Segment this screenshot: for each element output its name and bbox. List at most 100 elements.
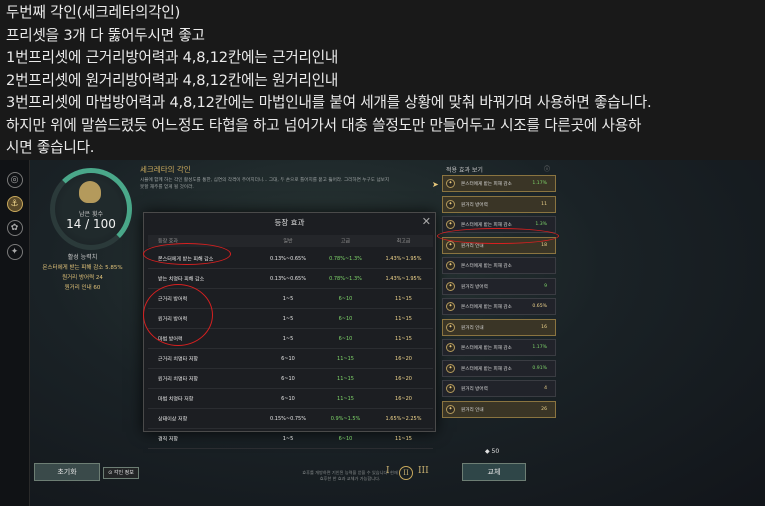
- applied-effect-item[interactable]: ✦ 몬스터에게 받는 피해 감소 0.91%: [442, 359, 556, 377]
- engraving-info-toggle[interactable]: ⊙ 각인 정보: [103, 467, 139, 479]
- preset-1-button[interactable]: I: [386, 466, 390, 476]
- applied-effect-item[interactable]: ✦ 원거리 방어력 4: [442, 380, 556, 397]
- applied-effect-item[interactable]: ✦ 몬스터에게 받는 피해 감소 0.65%: [442, 298, 556, 315]
- table-cell: 받는 치명타 피해 감소: [158, 276, 205, 282]
- applied-effect-item[interactable]: ✦ 몬스터에게 받는 피해 감소 1.17%: [442, 339, 556, 356]
- effect-name: 몬스터에게 받는 피해 감소: [461, 346, 512, 351]
- table-cell: 16~20: [395, 355, 412, 362]
- effect-name: 원거리 인내: [461, 407, 484, 413]
- close-icon[interactable]: ✕: [422, 215, 431, 228]
- post-line: 하지만 위에 말씀드렸듯 어느정도 타협을 하고 넘어가서 대충 쓸정도만 만들…: [6, 116, 642, 134]
- table-cell: 마법 치명타 저항: [158, 396, 194, 402]
- table-cell: 상태이상 저항: [158, 416, 188, 422]
- table-row: 원거리 방어력 1~5 6~10 11~15: [148, 309, 433, 329]
- engraving-status-panel: 남은 횟수 14 / 100 활성 능력치 몬스터에게 받는 피해 감소 5.8…: [30, 160, 135, 506]
- active-stats-title: 활성 능력치: [67, 254, 98, 261]
- engraving-slot-icon: ✦: [446, 363, 455, 373]
- header-top: 최고급: [396, 238, 411, 245]
- table-cell: 0.78%~1.3%: [329, 255, 362, 262]
- table-cell: 11~15: [337, 395, 354, 402]
- header-effect: 등장 효과: [158, 238, 178, 245]
- table-row: 마법 방어력 1~5 6~10 11~15: [148, 329, 433, 349]
- table-cell: 16~20: [395, 375, 412, 382]
- pointer-arrow-icon: ➤: [432, 180, 439, 189]
- header-normal: 일반: [283, 238, 293, 245]
- table-cell: 6~10: [281, 355, 295, 362]
- post-line: 두번째 각인(세크레타의각인): [6, 4, 181, 21]
- table-cell: 6~10: [281, 395, 295, 402]
- post-line: 프리셋을 3개 다 뚫어두시면 좋고: [6, 26, 205, 44]
- table-cell: 6~10: [338, 295, 353, 302]
- post-line: 시면 좋습니다.: [6, 139, 95, 156]
- engraving-slot-icon: ✦: [446, 240, 455, 250]
- table-cell: 1.43%~1.95%: [385, 255, 422, 262]
- table-cell: 11~15: [395, 335, 412, 342]
- section-description: 시뮬에 함께 하는 각인 활성도를 통한, 심연의 각격이 주어지더니... 그…: [140, 178, 390, 190]
- engraving-slot-icon: ✦: [446, 199, 455, 209]
- effect-value: 0.91%: [532, 365, 547, 371]
- engraving-slot-icon: ✦: [446, 179, 455, 188]
- applied-effect-item[interactable]: ✦ 몬스터에게 받는 피해 감소 1.17%: [442, 175, 556, 192]
- engraving-slot-icon: ✦: [446, 384, 455, 393]
- table-row: 몬스터에게 받는 피해 감소 0.13%~0.65% 0.78%~1.3% 1.43%…: [148, 249, 433, 269]
- active-stats-list: 몬스터에게 받는 피해 감소 5.85% 원거리 방어력 24 원거리 인내 6…: [30, 263, 135, 293]
- effect-value: 26: [541, 406, 547, 412]
- table-cell: 0.13%~0.65%: [270, 255, 306, 262]
- applied-effect-item[interactable]: ✦ 몬스터에게 받는 피해 감소: [442, 257, 556, 274]
- reset-button[interactable]: 초기화: [34, 463, 100, 481]
- table-row: 마법 치명타 저항 6~10 11~15 16~20: [148, 389, 433, 409]
- remaining-ring: 남은 횟수 14 / 100: [50, 168, 132, 250]
- preset-3-button[interactable]: III: [418, 466, 429, 476]
- swap-button[interactable]: 교체: [462, 463, 526, 481]
- active-stat: 원거리 방어력 24: [62, 275, 103, 281]
- applied-effects-title: 적용 효과 보기: [446, 167, 483, 174]
- effect-name: 몬스터에게 받는 피해 감소: [461, 366, 512, 372]
- table-cell: 11~15: [395, 315, 412, 322]
- applied-effect-item[interactable]: ✦ 원거리 방어력 11: [442, 195, 556, 213]
- table-cell: 11~15: [395, 435, 412, 442]
- side-rail: ◎ ⚓ ✿ ✦: [0, 160, 30, 506]
- table-cell: 6~10: [338, 435, 353, 442]
- effect-value: 16: [541, 324, 547, 330]
- table-cell: 0.13%~0.65%: [270, 275, 306, 282]
- effect-value: 9: [544, 283, 547, 289]
- header-advanced: 고급: [340, 238, 351, 245]
- flower-icon[interactable]: ✿: [6, 220, 23, 236]
- effect-value: 1.17%: [532, 345, 547, 350]
- applied-effect-item[interactable]: ✦ 몬스터에게 받는 피해 감소 1.3%: [442, 216, 556, 233]
- table-cell: 0.15%~0.75%: [270, 415, 306, 422]
- effect-value: 1.17%: [532, 181, 547, 186]
- horn-emblem-icon: [79, 181, 101, 203]
- table-cell: 근거리 치명타 저항: [158, 356, 198, 362]
- table-cell: 6~10: [281, 375, 295, 382]
- table-row: 원거리 치명타 저항 6~10 11~15 16~20: [148, 369, 433, 389]
- effect-modal: 등장 효과 ✕ 등장 효과 일반 고급 최고급 몬스터에게 받는 피해 감소 0.…: [143, 212, 436, 449]
- modal-title: 등장 효과: [274, 218, 305, 227]
- star-icon[interactable]: ✦: [6, 244, 23, 260]
- effect-value: 0.65%: [532, 304, 547, 309]
- active-stat: 원거리 인내 60: [64, 285, 101, 291]
- engraving-slot-icon: ✦: [446, 220, 455, 229]
- table-cell: 6~10: [338, 335, 353, 342]
- preset-2-button[interactable]: II: [399, 466, 413, 480]
- table-row: 근거리 치명타 저항 6~10 11~15 16~20: [148, 349, 433, 369]
- applied-effect-item[interactable]: ✦ 원거리 인내 16: [442, 318, 556, 336]
- applied-effect-item[interactable]: ✦ 원거리 방어력 9: [442, 277, 556, 295]
- table-cell: 1.65%~2.25%: [385, 415, 422, 422]
- table-cell: 1.43%~1.95%: [385, 275, 422, 282]
- table-cell: 1~5: [282, 435, 294, 442]
- applied-effect-item[interactable]: ✦ 원거리 인내 26: [442, 400, 556, 418]
- category-icon[interactable]: ◎: [6, 172, 23, 188]
- effect-name: 원거리 방어력: [461, 202, 488, 208]
- anchor-icon[interactable]: ⚓: [6, 196, 23, 212]
- table-cell: 1~5: [282, 335, 294, 342]
- effect-value: 4: [544, 386, 547, 391]
- active-stat: 몬스터에게 받는 피해 감소 5.85%: [42, 265, 123, 271]
- effect-name: 몬스터에게 받는 피해 감소: [461, 264, 512, 269]
- table-cell: 1~5: [282, 295, 294, 302]
- help-icon[interactable]: ⓘ: [544, 164, 550, 173]
- effect-name: 원거리 인내: [461, 325, 484, 331]
- engraving-slot-icon: ✦: [446, 322, 455, 332]
- table-row: 근거리 방어력 1~5 6~10 11~15: [148, 289, 433, 309]
- applied-effect-item[interactable]: ✦ 원거리 인내 18: [442, 236, 556, 254]
